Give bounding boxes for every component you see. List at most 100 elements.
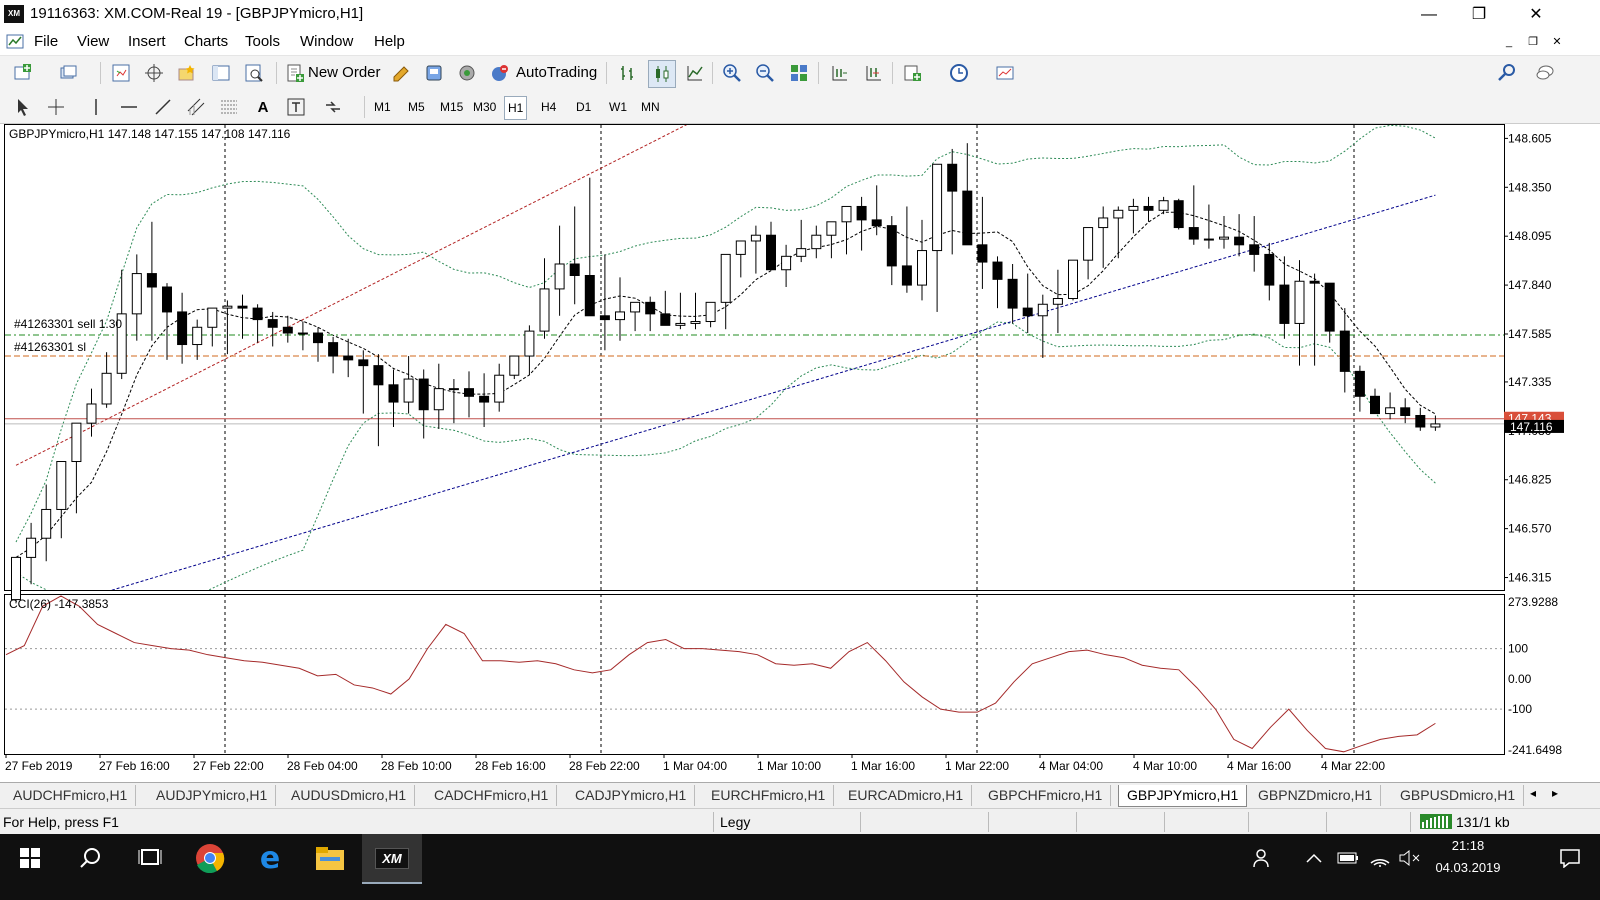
file-explorer-icon[interactable] bbox=[300, 834, 360, 882]
tab-audusdmicro-h1[interactable]: AUDUSDmicro,H1 bbox=[283, 785, 416, 806]
candle-body bbox=[388, 384, 399, 403]
terminal-icon[interactable] bbox=[208, 60, 234, 86]
start-icon[interactable] bbox=[0, 834, 60, 882]
indicators-icon[interactable] bbox=[900, 60, 926, 86]
templates-icon[interactable] bbox=[992, 60, 1018, 86]
autoscroll-icon[interactable] bbox=[826, 60, 852, 86]
crosshair-icon[interactable] bbox=[43, 94, 69, 120]
tab-gbpjpymicro-h1[interactable]: GBPJPYmicro,H1 bbox=[1118, 785, 1248, 807]
timeframe-w1[interactable]: W1 bbox=[606, 96, 630, 118]
tab-gbpusdmicro-h1[interactable]: GBPUSDmicro,H1 bbox=[1392, 785, 1525, 806]
taskbar-time[interactable]: 21:18 bbox=[1432, 838, 1504, 853]
market-watch-icon[interactable] bbox=[108, 60, 134, 86]
search-icon[interactable] bbox=[60, 834, 120, 882]
menu-charts[interactable]: Charts bbox=[184, 33, 228, 50]
chart-shift-icon[interactable] bbox=[860, 60, 886, 86]
timeframe-m5[interactable]: M5 bbox=[405, 96, 428, 118]
mdi-minimize-button[interactable]: _ bbox=[1500, 33, 1518, 51]
equidistant-channel-icon[interactable] bbox=[183, 94, 209, 120]
price-tick-label: 146.570 bbox=[1508, 522, 1552, 536]
timeframe-mn[interactable]: MN bbox=[638, 96, 663, 118]
candle-body bbox=[917, 250, 927, 286]
periods-icon[interactable] bbox=[946, 60, 972, 86]
tab-scroll-right-button[interactable]: ▸ bbox=[1552, 786, 1558, 800]
tab-gbpnzdmicro-h1[interactable]: GBPNZDmicro,H1 bbox=[1250, 785, 1382, 806]
maximize-button[interactable]: ❐ bbox=[1456, 0, 1502, 29]
new-chart-icon[interactable] bbox=[10, 60, 36, 86]
chrome-icon[interactable] bbox=[180, 834, 240, 882]
volume-muted-icon[interactable] bbox=[1392, 834, 1428, 882]
menu-insert[interactable]: Insert bbox=[128, 33, 166, 50]
xm-terminal-icon[interactable]: XM bbox=[362, 834, 422, 884]
autotrading-icon[interactable] bbox=[487, 60, 513, 86]
tab-audjpymicro-h1[interactable]: AUDJPYmicro,H1 bbox=[148, 785, 277, 806]
trendline-icon[interactable] bbox=[150, 94, 176, 120]
menu-tools[interactable]: Tools bbox=[245, 33, 280, 50]
zoom-in-icon[interactable] bbox=[719, 60, 745, 86]
taskbar-date[interactable]: 04.03.2019 bbox=[1424, 860, 1512, 875]
close-button[interactable]: ✕ bbox=[1513, 0, 1559, 29]
timeframe-m15[interactable]: M15 bbox=[437, 96, 466, 118]
favorites-icon[interactable] bbox=[174, 60, 200, 86]
search-icon[interactable] bbox=[1494, 60, 1520, 86]
horizontal-line-icon[interactable] bbox=[116, 94, 142, 120]
history-icon[interactable] bbox=[421, 60, 447, 86]
zoom-out-icon[interactable] bbox=[752, 60, 778, 86]
chart-window-icon bbox=[6, 34, 24, 49]
mdi-close-button[interactable]: ✕ bbox=[1548, 33, 1566, 51]
menu-help[interactable]: Help bbox=[374, 33, 405, 50]
cursor-icon[interactable] bbox=[10, 94, 36, 120]
tab-eurcadmicro-h1[interactable]: EURCADmicro,H1 bbox=[840, 785, 973, 806]
price-chart[interactable]: 148.605 148.350 148.095 147.840 147.585 147.3… bbox=[4, 124, 1600, 782]
tab-scroll-left-button[interactable]: ◂ bbox=[1530, 786, 1536, 800]
tab-cadjpymicro-h1[interactable]: CADJPYmicro,H1 bbox=[567, 785, 696, 806]
tab-gbpchfmicro-h1[interactable]: GBPCHFmicro,H1 bbox=[980, 785, 1112, 806]
show-hidden-icons-icon[interactable] bbox=[1296, 834, 1332, 882]
profiles-icon[interactable] bbox=[56, 60, 82, 86]
timeframe-m1[interactable]: M1 bbox=[371, 96, 394, 118]
menu-window[interactable]: Window bbox=[300, 33, 353, 50]
timeframe-h1[interactable]: H1 bbox=[504, 96, 528, 120]
fibonacci-icon[interactable] bbox=[216, 94, 242, 120]
candle-body bbox=[826, 221, 837, 236]
tab-eurchfmicro-h1[interactable]: EURCHFmicro,H1 bbox=[703, 785, 835, 806]
chat-icon[interactable] bbox=[1532, 60, 1558, 86]
candle-body bbox=[237, 305, 248, 309]
people-icon[interactable] bbox=[1242, 834, 1282, 882]
strategy-tester-icon[interactable] bbox=[241, 60, 267, 86]
vertical-line-icon[interactable] bbox=[83, 94, 109, 120]
text-label-icon[interactable] bbox=[283, 94, 309, 120]
new-order-icon[interactable] bbox=[282, 60, 308, 86]
candle-body bbox=[735, 240, 746, 255]
candle-body bbox=[1022, 307, 1033, 317]
menu-view[interactable]: View bbox=[77, 33, 109, 50]
autotrading-button[interactable]: AutoTrading bbox=[516, 64, 597, 81]
metaeditor-icon[interactable] bbox=[388, 60, 414, 86]
edge-icon[interactable]: e bbox=[240, 834, 300, 882]
tile-windows-icon[interactable] bbox=[786, 60, 812, 86]
signals-icon[interactable] bbox=[454, 60, 480, 86]
price-tick-label: 147.335 bbox=[1508, 375, 1552, 389]
arrows-icon[interactable] bbox=[320, 94, 346, 120]
notifications-icon[interactable] bbox=[1540, 834, 1600, 882]
price-tick-label: 147.840 bbox=[1508, 278, 1552, 292]
svg-text:e: e bbox=[260, 843, 280, 873]
chart-window[interactable]: 148.605 148.350 148.095 147.840 147.585 147.3… bbox=[4, 124, 1600, 782]
new-order-button[interactable]: New Order bbox=[308, 64, 381, 81]
menu-file[interactable]: File bbox=[34, 33, 58, 50]
tab-cadchfmicro-h1[interactable]: CADCHFmicro,H1 bbox=[426, 785, 558, 806]
timeframe-m30[interactable]: M30 bbox=[470, 96, 499, 118]
task-view-icon[interactable] bbox=[120, 834, 180, 882]
timeframe-h4[interactable]: H4 bbox=[538, 96, 559, 118]
bar-chart-icon[interactable] bbox=[615, 60, 641, 86]
line-chart-icon[interactable] bbox=[682, 60, 708, 86]
tab-audchfmicro-h1[interactable]: AUDCHFmicro,H1 bbox=[5, 785, 137, 806]
candle-body bbox=[766, 234, 776, 271]
text-icon[interactable]: A bbox=[250, 94, 276, 120]
candlestick-icon[interactable] bbox=[648, 60, 676, 88]
battery-icon[interactable] bbox=[1330, 834, 1366, 882]
navigator-icon[interactable] bbox=[141, 60, 167, 86]
mdi-restore-button[interactable]: ❐ bbox=[1524, 33, 1542, 51]
minimize-button[interactable]: — bbox=[1406, 0, 1452, 29]
timeframe-d1[interactable]: D1 bbox=[573, 96, 594, 118]
